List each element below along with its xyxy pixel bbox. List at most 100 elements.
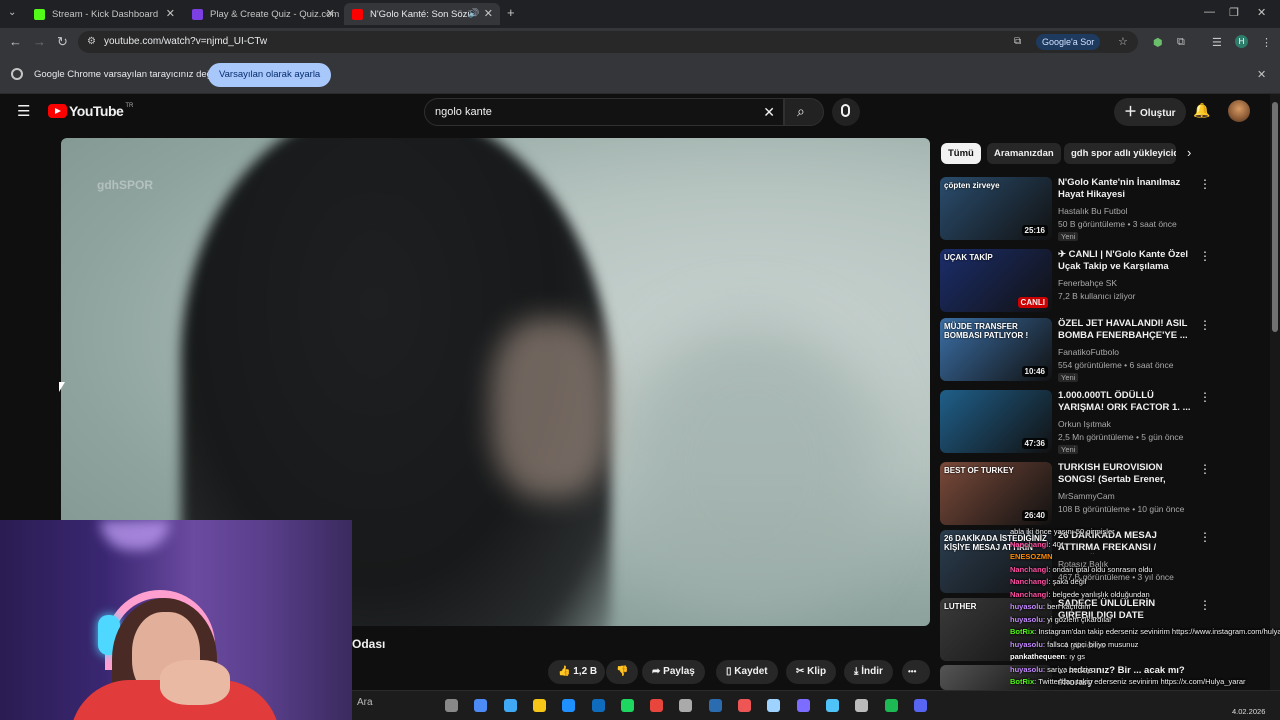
clear-search-icon[interactable]: ✕ [763,104,775,121]
video-thumbnail[interactable]: çöpten zirveye 25:16 [940,177,1052,240]
more-options-icon[interactable]: ⋮ [1199,249,1211,263]
close-tab-icon[interactable]: ✕ [166,7,175,20]
chat-username[interactable]: BotRix [1010,677,1034,686]
recommendation-item[interactable]: çöpten zirveye 25:16 N'Golo Kante'nin İnan… [940,177,1211,243]
scrollbar-thumb[interactable] [1272,102,1278,332]
taskbar-search[interactable]: Ara [352,697,373,708]
site-info-icon[interactable]: ⚙ [87,36,96,47]
more-actions-button[interactable]: ••• [902,660,930,684]
back-arrow-icon[interactable]: ← [9,34,22,49]
reading-list-icon[interactable]: ☰ [1212,36,1222,49]
taskbar-app-icon[interactable] [474,699,488,712]
video-thumbnail[interactable]: MÜJDE TRANSFER BOMBASI PATLIYOR ! 10:46 [940,318,1052,381]
chat-username[interactable]: ENESOZMN [1010,552,1053,561]
window-close-icon[interactable]: ✕ [1257,6,1266,19]
chat-username[interactable]: Nanchangl [1010,565,1048,574]
clip-button[interactable]: ✂ Klip [786,660,837,684]
channel-name[interactable]: MrSammyCam [1058,491,1115,501]
chat-username[interactable]: huyasolu [1010,665,1043,674]
video-title[interactable]: 1.000.000TL ÖDÜLLÜ YARIŞMA! ORK FACTOR 1… [1058,390,1194,414]
channel-name[interactable]: FanatikoFutbolo [1058,347,1119,357]
install-app-icon[interactable]: ⧉ [1014,36,1021,47]
more-options-icon[interactable]: ⋮ [1199,462,1211,476]
chat-username[interactable]: Nanchangl [1010,577,1048,586]
download-button[interactable]: ⤓ İndir [844,660,893,684]
taskbar-app-icon[interactable] [825,699,839,712]
chat-username[interactable]: huyasolu [1010,640,1043,649]
youtube-logo[interactable]: YouTube TR [48,103,133,119]
search-button[interactable]: ⌕ [784,98,824,126]
hamburger-menu-icon[interactable]: ☰ [17,102,30,120]
taskbar-app-icon[interactable] [855,699,869,712]
more-options-icon[interactable]: ⋮ [1199,390,1211,404]
video-thumbnail[interactable]: UÇAK TAKİP CANLI [940,249,1052,312]
extensions-puzzle-icon[interactable]: ⧉ [1177,36,1185,49]
chat-username[interactable]: huyasolu [1010,602,1043,611]
tab-search-icon[interactable]: ⌄ [8,7,16,18]
dislike-button[interactable]: 👎 [606,660,639,684]
tab-quiz[interactable]: Play & Create Quiz - Quiz.com ✕ [184,3,342,25]
menu-kebab-icon[interactable]: ⋮ [1261,36,1272,49]
infobar-close-icon[interactable]: ✕ [1257,68,1266,81]
reload-icon[interactable]: ↻ [57,34,68,50]
tab-kick-dashboard[interactable]: Stream - Kick Dashboard ✕ [26,3,182,25]
taskbar-app-icon[interactable] [738,699,751,712]
save-button[interactable]: ▯ Kaydet [716,660,778,684]
close-tab-icon[interactable]: ✕ [484,7,493,20]
more-options-icon[interactable]: ⋮ [1199,177,1211,191]
video-thumbnail[interactable]: BEST OF TURKEY 26:40 [940,462,1052,525]
video-title[interactable]: N'Golo Kante'nin İnanılmaz Hayat Hikayes… [1058,177,1194,201]
taskbar-app-icon[interactable] [445,699,458,712]
video-title[interactable]: TURKISH EUROVISION SONGS! (Sertab Erener… [1058,462,1194,486]
maximize-icon[interactable]: ❐ [1229,6,1239,19]
voice-search-button[interactable] [832,98,860,126]
channel-name[interactable]: Hastalık Bu Futbol [1058,206,1127,216]
channel-name[interactable]: Fenerbahçe SK [1058,278,1117,288]
taskbar-app-icon[interactable] [796,699,810,712]
create-button[interactable]: ＋ Oluştur [1114,98,1186,126]
recommendation-item[interactable]: UÇAK TAKİP CANLI ✈ CANLI | N'Golo Kante Öz… [940,249,1211,315]
video-thumbnail[interactable]: 47:36 [940,390,1052,453]
chat-username[interactable]: Nanchangl [1010,540,1048,549]
taskbar-app-icon[interactable] [591,699,605,712]
extension-shield-icon[interactable]: ⬢ [1153,36,1163,49]
chip-all[interactable]: Tümü [941,143,981,164]
channel-name[interactable]: Orkun Işıtmak [1058,419,1111,429]
account-avatar[interactable] [1228,100,1250,122]
taskbar-app-icon[interactable] [532,699,546,712]
search-input[interactable]: ngolo kante ✕ [424,98,784,126]
chat-username[interactable]: pankathequeen [1010,652,1065,661]
chip-from-search[interactable]: Aramanızdan [987,143,1061,164]
recommendation-item[interactable]: BEST OF TURKEY 26:40 TURKISH EUROVISION SO… [940,462,1211,528]
chat-username[interactable]: huyasolu [1010,615,1043,624]
bookmark-star-icon[interactable]: ☆ [1118,35,1128,48]
tab-youtube-video[interactable]: N'Golo Kanté: Son Sözüm F 🔊 ✕ [344,3,500,25]
chat-username[interactable]: Nanchangl [1010,590,1048,599]
minimize-icon[interactable]: — [1204,6,1215,18]
taskbar-app-icon[interactable] [767,699,781,712]
taskbar-date[interactable]: 4.02.2026 [1232,707,1265,716]
taskbar-app-icon[interactable] [679,699,693,712]
google-ask-button[interactable]: Google'a Sor [1036,34,1101,50]
recommendation-item[interactable]: 47:36 1.000.000TL ÖDÜLLÜ YARIŞMA! ORK FAC… [940,390,1211,456]
video-title[interactable]: ÖZEL JET HAVALANDI! ASIL BOMBA FENERBAHÇ… [1058,318,1194,342]
profile-avatar[interactable]: H [1235,35,1248,48]
set-default-button[interactable]: Varsayılan olarak ayarla [208,63,332,87]
share-button[interactable]: ➦ Paylaş [642,660,705,684]
notifications-bell-icon[interactable]: 🔔 [1193,102,1210,119]
taskbar-app-icon[interactable] [884,699,898,712]
video-title[interactable]: ✈ CANLI | N'Golo Kante Özel Uçak Takip v… [1058,249,1194,273]
new-tab-button[interactable]: + [507,5,515,20]
chips-next-chevron-icon[interactable]: › [1187,145,1191,160]
taskbar-app-icon[interactable] [913,699,927,712]
taskbar-app-icon[interactable] [503,699,517,712]
close-tab-icon[interactable]: ✕ [326,7,335,20]
more-options-icon[interactable]: ⋮ [1199,318,1211,332]
taskbar-app-icon[interactable] [620,699,634,712]
taskbar-app-icon[interactable] [562,699,576,712]
address-bar[interactable]: ⚙ youtube.com/watch?v=njmd_UI-CTw ⧉ Goog… [78,31,1138,53]
tab-audio-icon[interactable]: 🔊 [468,8,479,19]
recommendation-item[interactable]: MÜJDE TRANSFER BOMBASI PATLIYOR ! 10:46 ÖZ… [940,318,1211,384]
like-button[interactable]: 👍 1,2 B [548,660,606,684]
forward-arrow-icon[interactable]: → [33,34,46,49]
